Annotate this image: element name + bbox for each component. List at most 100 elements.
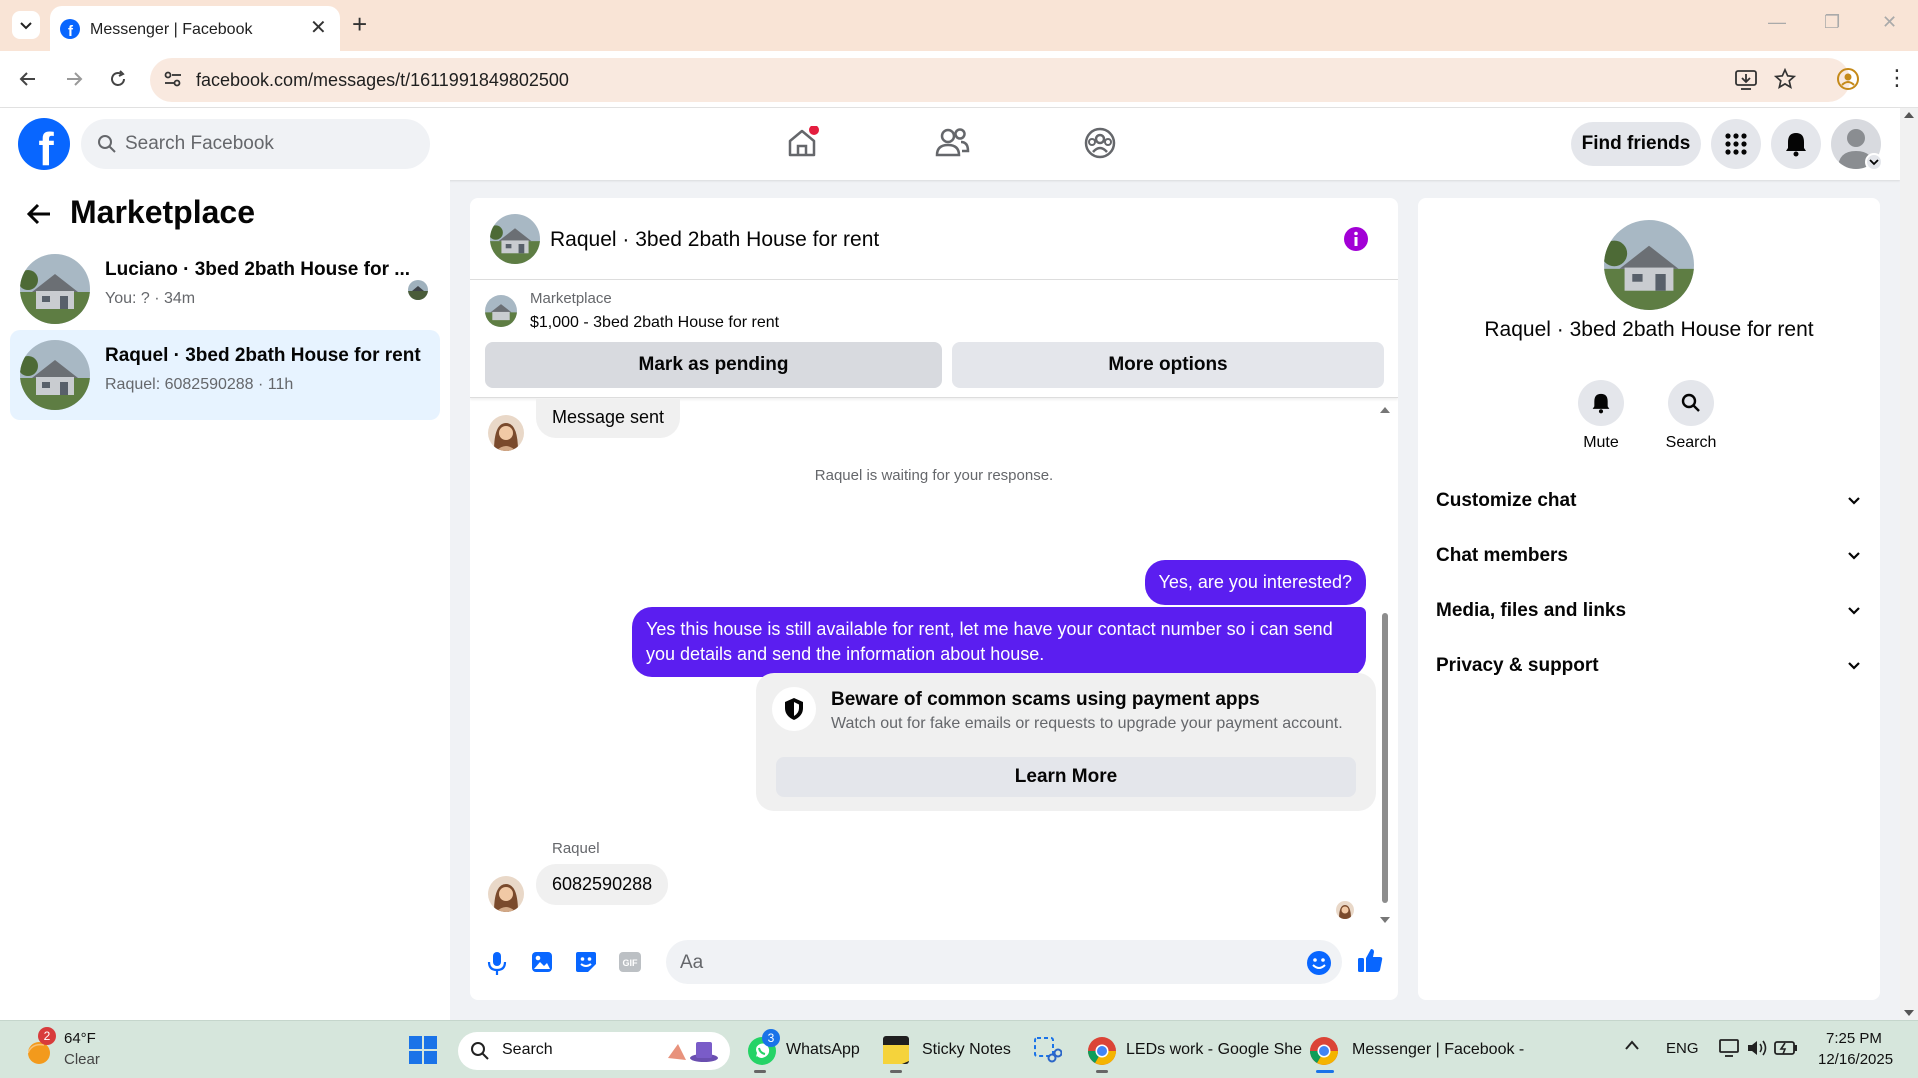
- address-bar[interactable]: facebook.com/messages/t/1611991849802500: [150, 58, 1850, 102]
- waiting-notice: Raquel is waiting for your response.: [814, 467, 1054, 484]
- conversation-item-raquel[interactable]: Raquel · 3bed 2bath House for rent Raque…: [10, 330, 440, 420]
- incoming-message[interactable]: 6082590288: [536, 864, 669, 905]
- back-arrow-icon[interactable]: [26, 202, 52, 226]
- taskbar-app-chrome-messenger[interactable]: Messenger | Facebook -: [1308, 1029, 1524, 1073]
- search-icon: [97, 134, 117, 154]
- weather-temp: 64°F: [64, 1030, 96, 1047]
- tab-title: Messenger | Facebook: [90, 21, 253, 38]
- clock-time[interactable]: 7:25 PM: [1826, 1030, 1882, 1047]
- svg-text:GIF: GIF: [623, 958, 639, 968]
- outgoing-message[interactable]: Yes this house is still available for re…: [632, 607, 1366, 677]
- media-files-links-section[interactable]: Media, files and links: [1436, 591, 1860, 631]
- chrome-icon: [1310, 1037, 1338, 1065]
- privacy-support-section[interactable]: Privacy & support: [1436, 646, 1860, 686]
- close-window-button[interactable]: ✕: [1882, 12, 1897, 33]
- battery-icon[interactable]: [1774, 1039, 1798, 1057]
- taskbar-app-chrome-leds[interactable]: LEDs work - Google She: [1086, 1029, 1302, 1073]
- section-label: Media, files and links: [1436, 600, 1627, 621]
- conversation-title: Luciano · 3bed 2bath House for ...: [105, 259, 411, 280]
- tab-search-dropdown-button[interactable]: [12, 11, 40, 39]
- taskbar-search-box[interactable]: Search: [458, 1032, 730, 1070]
- mark-as-pending-button[interactable]: Mark as pending: [485, 342, 942, 388]
- forward-button[interactable]: [60, 65, 88, 93]
- incoming-message[interactable]: Message sent: [536, 399, 681, 438]
- new-tab-button[interactable]: +: [352, 10, 367, 38]
- friends-icon[interactable]: [934, 126, 970, 160]
- home-icon[interactable]: [785, 126, 819, 160]
- customize-chat-section[interactable]: Customize chat: [1436, 481, 1860, 521]
- mute-button[interactable]: Mute: [1556, 380, 1646, 452]
- chevron-down-icon: [1848, 552, 1860, 560]
- microphone-icon[interactable]: [486, 950, 508, 976]
- whatsapp-badge: 3: [762, 1029, 780, 1047]
- outgoing-message[interactable]: Yes, are you interested?: [1144, 560, 1366, 605]
- groups-icon[interactable]: [1083, 126, 1117, 160]
- conversation-snippet: Raquel: 6082590288 · 11h: [105, 376, 294, 393]
- panel-title: Marketplace: [70, 194, 255, 230]
- scam-warning-card: Beware of common scams using payment app…: [756, 673, 1376, 811]
- house-thumbnail: [20, 254, 90, 324]
- message-input[interactable]: Aa: [666, 940, 1342, 984]
- browser-tab-active[interactable]: f Messenger | Facebook ✕: [50, 6, 340, 51]
- listing-thumbnail[interactable]: [485, 295, 517, 327]
- taskbar-app-label: WhatsApp: [786, 1041, 860, 1058]
- browser-toolbar: facebook.com/messages/t/1611991849802500…: [0, 51, 1918, 108]
- weather-widget[interactable]: 2: [22, 1027, 56, 1067]
- tab-close-icon[interactable]: ✕: [310, 18, 327, 38]
- more-options-button[interactable]: More options: [952, 342, 1384, 388]
- search-icon: [470, 1041, 490, 1061]
- search-placeholder: Search Facebook: [125, 133, 274, 154]
- thumbs-up-icon[interactable]: [1356, 946, 1384, 974]
- network-icon[interactable]: [1718, 1038, 1740, 1058]
- conversation-info-icon[interactable]: [1343, 226, 1369, 252]
- scam-warning-title: Beware of common scams using payment app…: [831, 689, 1260, 710]
- scam-warning-description: Watch out for fake emails or requests to…: [831, 715, 1343, 732]
- taskbar-app-sticky-notes[interactable]: Sticky Notes: [880, 1029, 1012, 1073]
- photo-icon[interactable]: [530, 950, 554, 974]
- taskbar-app-whatsapp[interactable]: 3 WhatsApp: [744, 1029, 860, 1073]
- language-indicator[interactable]: ENG: [1666, 1040, 1699, 1057]
- conversation-item-luciano[interactable]: Luciano · 3bed 2bath House for ... You: …: [10, 244, 440, 334]
- site-info-icon[interactable]: [162, 68, 184, 90]
- learn-more-button[interactable]: Learn More: [776, 757, 1356, 797]
- message-input-placeholder: Aa: [680, 952, 704, 973]
- account-dropdown-icon[interactable]: [1865, 153, 1883, 171]
- chrome-icon: [1088, 1037, 1116, 1065]
- install-app-icon[interactable]: [1734, 69, 1758, 91]
- gif-icon[interactable]: GIF: [618, 951, 642, 973]
- chevron-up-icon[interactable]: [1624, 1039, 1640, 1051]
- restore-window-button[interactable]: ❐: [1824, 12, 1840, 33]
- menu-button[interactable]: [1711, 119, 1761, 169]
- listing-title[interactable]: $1,000 - 3bed 2bath House for rent: [530, 314, 779, 332]
- section-label: Customize chat: [1436, 490, 1577, 511]
- chat-members-section[interactable]: Chat members: [1436, 536, 1860, 576]
- notifications-button[interactable]: [1771, 119, 1821, 169]
- volume-icon[interactable]: [1746, 1038, 1768, 1058]
- conversation-list-panel: Marketplace Luciano · 3bed 2bath House f…: [0, 180, 450, 1020]
- browser-menu-icon[interactable]: ⋮: [1886, 65, 1908, 91]
- find-friends-button[interactable]: Find friends: [1571, 122, 1701, 166]
- minimize-window-button[interactable]: —: [1768, 12, 1786, 33]
- search-in-conversation-button[interactable]: Search: [1646, 380, 1736, 452]
- page-scrollbar[interactable]: [1900, 108, 1918, 1020]
- taskbar-app-label: Messenger | Facebook -: [1352, 1041, 1525, 1058]
- facebook-search-input[interactable]: Search Facebook: [81, 119, 430, 169]
- house-thumbnail: [20, 340, 90, 410]
- back-button[interactable]: [14, 65, 42, 93]
- windows-start-icon[interactable]: [408, 1035, 438, 1065]
- conversation-title: Raquel · 3bed 2bath House for rent: [105, 345, 421, 366]
- sticker-icon[interactable]: [574, 950, 598, 974]
- emoji-icon[interactable]: [1306, 950, 1332, 976]
- profile-icon[interactable]: [1836, 67, 1860, 91]
- snipping-tool-icon[interactable]: [1032, 1035, 1062, 1065]
- bookmark-star-icon[interactable]: [1774, 68, 1796, 90]
- details-avatar[interactable]: [1604, 220, 1694, 310]
- reload-button[interactable]: [104, 65, 132, 93]
- message-scrollbar[interactable]: [1379, 403, 1391, 928]
- clock-date[interactable]: 12/16/2025: [1818, 1051, 1893, 1068]
- chat-title[interactable]: Raquel · 3bed 2bath House for rent: [550, 228, 879, 252]
- facebook-logo-icon[interactable]: f: [18, 118, 70, 170]
- windows-taskbar: 2 64°F Clear Search 3 WhatsApp Sticky No…: [0, 1020, 1918, 1078]
- chat-avatar[interactable]: [490, 214, 540, 264]
- search-label: Search: [1665, 434, 1717, 451]
